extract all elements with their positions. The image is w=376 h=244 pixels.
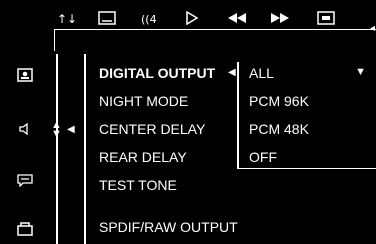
dropdown-arrow-icon[interactable]: ▼ xyxy=(355,66,366,78)
menu-item-spdif-raw-output[interactable]: SPDIF/RAW OUTPUT xyxy=(99,219,238,235)
dropdown-selected-value[interactable]: ALL xyxy=(249,65,274,81)
rewind-icon[interactable] xyxy=(227,10,247,26)
dropdown-left-arrow-icon[interactable]: ◀ xyxy=(228,67,236,78)
toolbar: ↑↓ ((4 ◂ xyxy=(0,0,376,54)
sidebar xyxy=(0,54,48,244)
svg-text:((4: ((4 xyxy=(141,13,157,25)
dropdown-option[interactable]: OFF xyxy=(249,149,277,165)
connector-arrow-icon: ◂ xyxy=(369,23,375,34)
play-icon[interactable] xyxy=(182,10,202,26)
audio-icon[interactable]: ((4 xyxy=(140,10,160,26)
menu-item-rear-delay[interactable]: REAR DELAY xyxy=(99,149,187,165)
up-down-arrows-icon[interactable]: ▲ ▼ xyxy=(51,120,62,140)
subtitle-icon[interactable] xyxy=(97,10,117,26)
toolbar-connector-line: ◂ xyxy=(54,23,376,51)
message-icon[interactable] xyxy=(16,172,34,188)
panel-border-left xyxy=(56,54,58,244)
fast-forward-icon[interactable] xyxy=(270,10,290,26)
menu-item-digital-output[interactable]: DIGITAL OUTPUT xyxy=(99,65,215,81)
menu-item-test-tone[interactable]: TEST TONE xyxy=(99,177,177,193)
audio-settings-icon[interactable]: ↑↓ xyxy=(56,10,76,26)
panel-border-inner xyxy=(84,54,86,244)
menu-item-night-mode[interactable]: NIGHT MODE xyxy=(99,93,188,109)
user-icon[interactable] xyxy=(16,67,34,83)
dropdown-option[interactable]: PCM 96K xyxy=(249,93,309,109)
dropdown-option[interactable]: PCM 48K xyxy=(249,121,309,137)
display-icon[interactable] xyxy=(316,10,336,26)
digital-output-dropdown[interactable]: ALL ▼ PCM 96K PCM 48K OFF xyxy=(237,62,376,169)
speaker-icon[interactable] xyxy=(16,121,34,137)
lock-icon[interactable] xyxy=(16,220,34,236)
left-arrow-icon[interactable]: ◀ xyxy=(67,124,75,135)
menu-item-center-delay[interactable]: CENTER DELAY xyxy=(99,121,205,137)
svg-text:↑↓: ↑↓ xyxy=(57,12,75,25)
